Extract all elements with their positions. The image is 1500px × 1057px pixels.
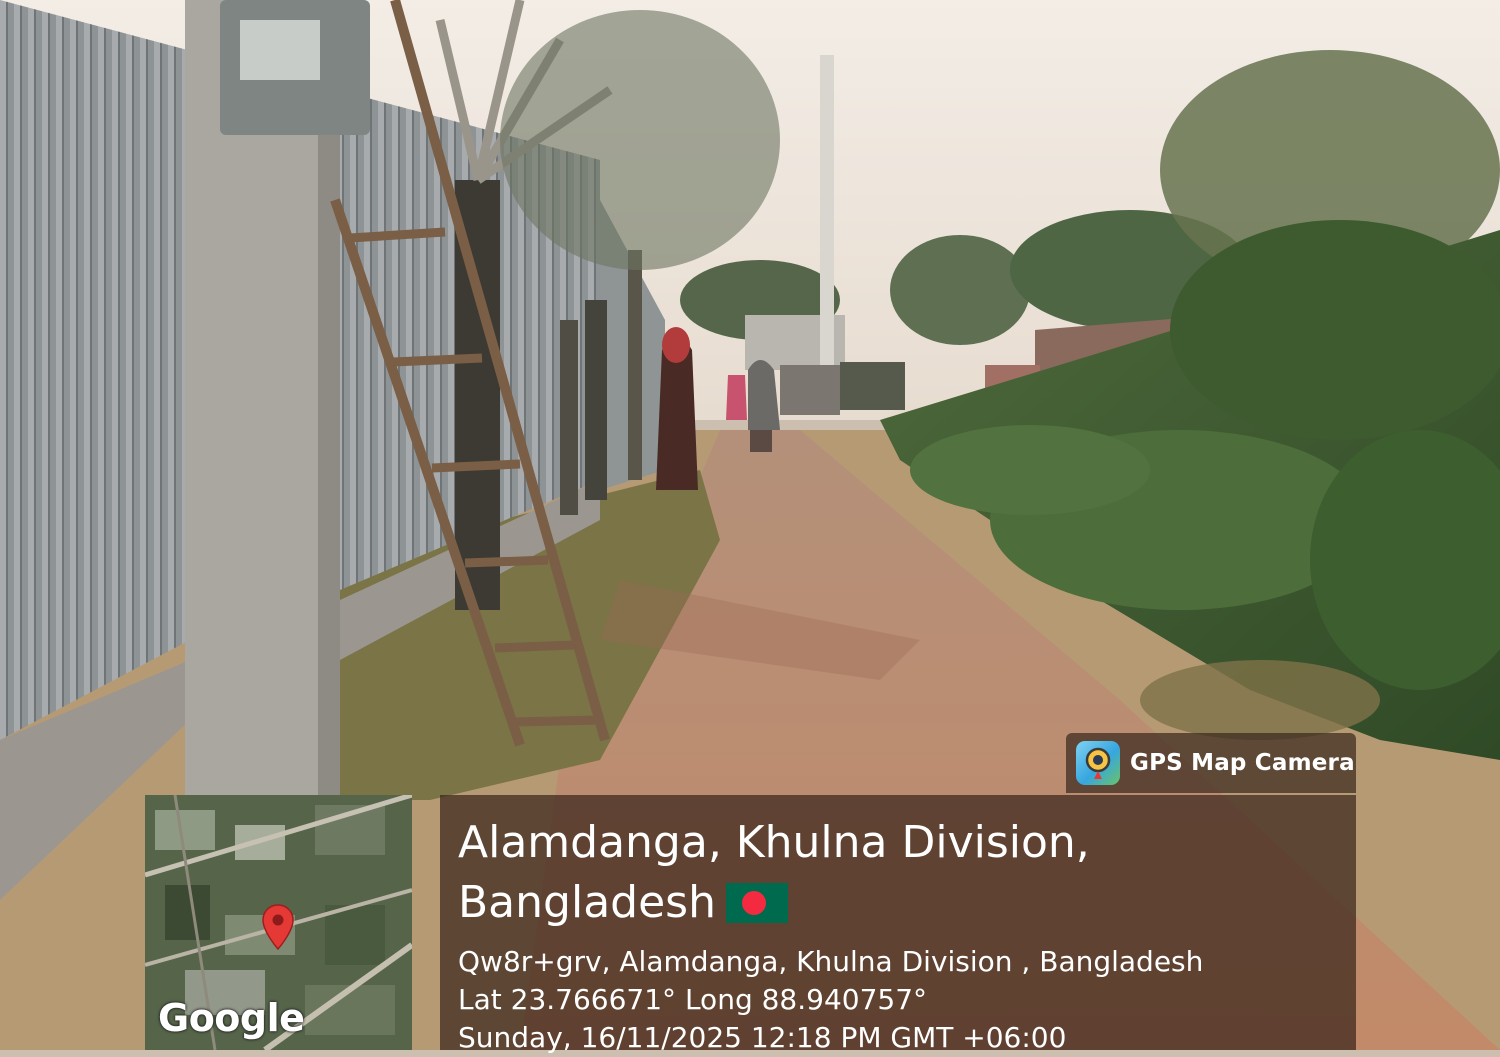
google-attribution: Google	[158, 996, 305, 1040]
gps-map-camera-icon	[1076, 741, 1120, 785]
place-country: Bangladesh	[458, 877, 716, 928]
gps-app-badge: GPS Map Camera	[1066, 733, 1356, 793]
location-info-panel: Alamdanga, Khulna Division, Bangladesh Q…	[440, 795, 1356, 1054]
place-title-line1: Alamdanga, Khulna Division,	[458, 817, 1090, 868]
date-time: Sunday, 16/11/2025 12:18 PM GMT +06:00	[458, 1021, 1067, 1054]
gps-app-name: GPS Map Camera	[1130, 750, 1355, 776]
map-pin-icon	[262, 904, 294, 951]
bangladesh-flag-icon	[725, 879, 788, 939]
plus-code-address: Qw8r+grv, Alamdanga, Khulna Division , B…	[458, 945, 1204, 978]
place-title-line2: Bangladesh	[458, 873, 1338, 939]
lat-long: Lat 23.766671° Long 88.940757°	[458, 983, 928, 1016]
